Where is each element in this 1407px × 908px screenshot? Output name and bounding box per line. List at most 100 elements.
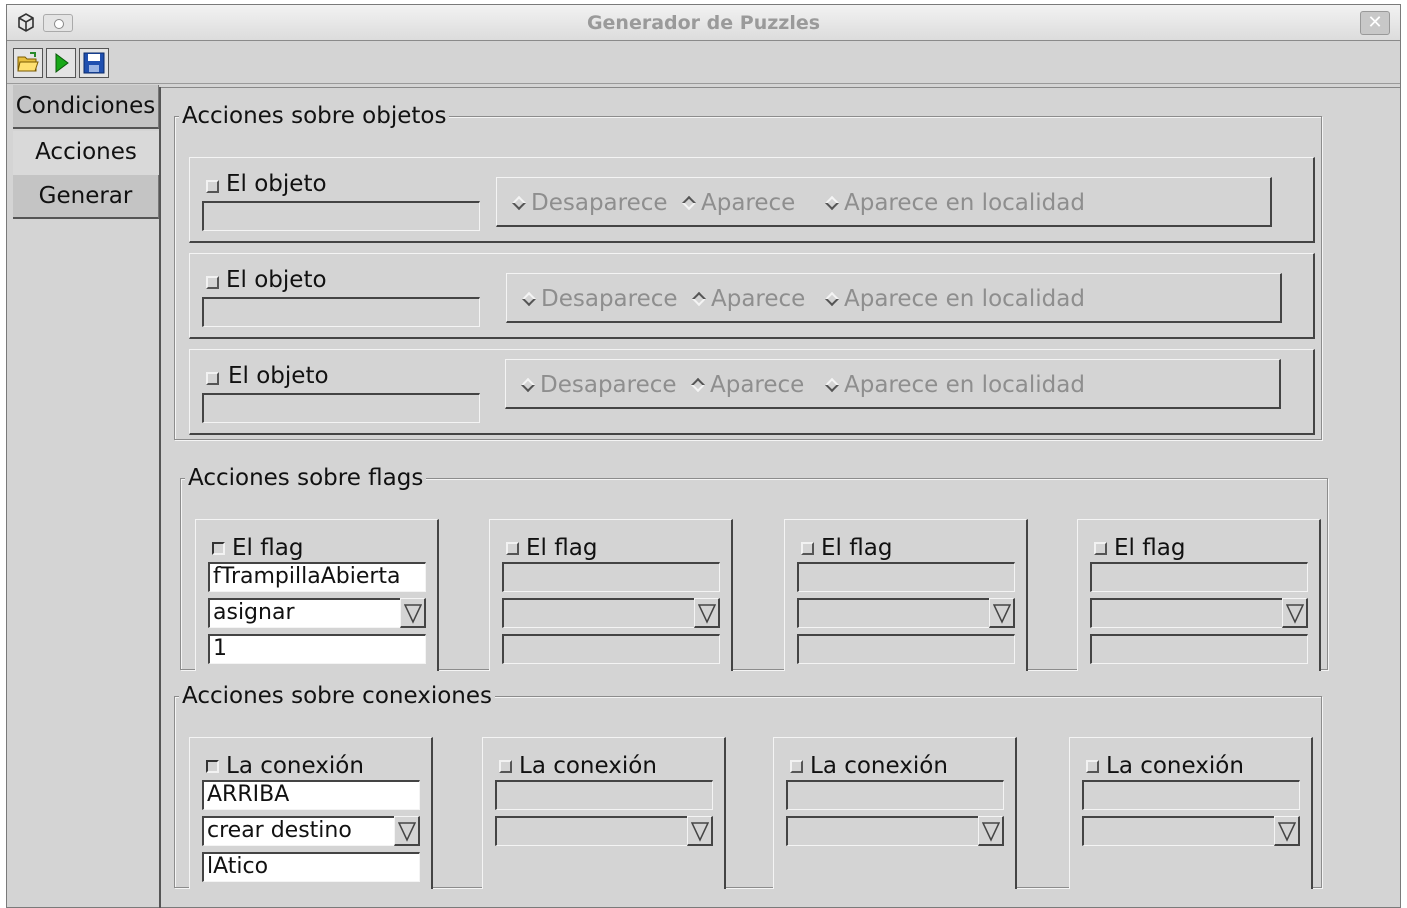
radio-aparece[interactable]: Aparece [690, 372, 804, 398]
conexion-direction-input[interactable] [786, 780, 1004, 810]
flag-operation-select[interactable] [797, 598, 991, 628]
radio-desaparece[interactable]: Desaparece [521, 286, 678, 312]
conexion-operation-select[interactable] [495, 816, 689, 846]
conexion-operation-select[interactable] [1082, 816, 1276, 846]
objeto-input[interactable] [202, 201, 480, 231]
flag-label: El flag [821, 535, 893, 561]
group-objetos: Acciones sobre objetos El objeto Desapar… [174, 103, 1322, 440]
chevron-down-icon [398, 822, 416, 842]
flag-name-input[interactable] [502, 562, 720, 592]
flag-name-input[interactable] [1090, 562, 1308, 592]
conexion-label: La conexión [519, 753, 657, 779]
flag-operation-dropdown-button[interactable] [1282, 598, 1308, 628]
flag-checkbox[interactable] [1094, 542, 1108, 556]
flag-box: El flag [1077, 519, 1321, 671]
flag-operation-dropdown-button[interactable] [989, 598, 1015, 628]
flag-box: El flag fTrampillaAbierta asignar 1 [195, 519, 439, 671]
flag-operation-select[interactable]: asignar [208, 598, 402, 628]
conexion-direction-input[interactable] [1082, 780, 1300, 810]
flag-operation-select[interactable] [502, 598, 696, 628]
conexion-box: La conexión [1069, 737, 1313, 889]
flag-value-input[interactable] [1090, 634, 1308, 664]
flag-value-input[interactable]: 1 [208, 634, 426, 664]
conexion-operation-dropdown-button[interactable] [394, 816, 420, 846]
radio-indicator [824, 377, 840, 393]
radio-label: Aparece [711, 286, 806, 312]
chevron-down-icon [1286, 604, 1304, 624]
objeto-input[interactable] [202, 297, 480, 327]
flag-label: El flag [526, 535, 598, 561]
conexion-box: La conexión ARRIBA crear destino lAtico [189, 737, 433, 889]
radio-label: Aparece [710, 372, 805, 398]
open-button[interactable] [13, 48, 43, 78]
radio-label: Desaparece [531, 190, 668, 216]
group-flags-title: Acciones sobre flags [185, 465, 427, 491]
tab-condiciones[interactable]: Condiciones [13, 85, 159, 129]
flag-box: El flag [489, 519, 733, 671]
chevron-down-icon [1278, 822, 1296, 842]
chevron-down-icon [691, 822, 709, 842]
flag-operation-dropdown-button[interactable] [694, 598, 720, 628]
objeto-label: El objeto [226, 171, 327, 197]
conexion-checkbox[interactable] [499, 760, 513, 774]
objeto-checkbox[interactable] [206, 372, 220, 386]
conexion-checkbox[interactable] [206, 760, 220, 774]
app-window: Generador de Puzzles ✕ Condiciones Accio… [6, 4, 1401, 908]
conexion-destination-input[interactable]: lAtico [202, 852, 420, 882]
radio-indicator [681, 195, 697, 211]
flag-box: El flag [784, 519, 1028, 671]
flag-checkbox[interactable] [212, 542, 226, 556]
radio-indicator [511, 195, 527, 211]
objeto-row: El objeto Desaparece Aparece Aparece en … [189, 157, 1315, 243]
chevron-down-icon [698, 604, 716, 624]
radio-aparece-en-localidad[interactable]: Aparece en localidad [824, 286, 1085, 312]
objeto-checkbox[interactable] [206, 180, 220, 194]
radio-aparece[interactable]: Aparece [681, 190, 795, 216]
radio-aparece[interactable]: Aparece [691, 286, 805, 312]
conexion-direction-input[interactable] [495, 780, 713, 810]
save-icon [83, 52, 105, 74]
flag-value-input[interactable] [502, 634, 720, 664]
conexion-operation-dropdown-button[interactable] [1274, 816, 1300, 846]
radio-indicator [691, 291, 707, 307]
radio-desaparece[interactable]: Desaparece [511, 190, 668, 216]
radio-label: Aparece en localidad [844, 372, 1085, 398]
radio-indicator [521, 291, 537, 307]
save-button[interactable] [79, 48, 109, 78]
tab-acciones[interactable]: Acciones [13, 131, 159, 175]
conexion-checkbox[interactable] [1086, 760, 1100, 774]
conexion-checkbox[interactable] [790, 760, 804, 774]
group-conexiones: Acciones sobre conexiones La conexión AR… [174, 683, 1322, 889]
radio-aparece-en-localidad[interactable]: Aparece en localidad [824, 372, 1085, 398]
objeto-input[interactable] [202, 393, 480, 423]
chevron-down-icon [993, 604, 1011, 624]
conexion-operation-dropdown-button[interactable] [978, 816, 1004, 846]
radio-desaparece[interactable]: Desaparece [520, 372, 677, 398]
run-button[interactable] [46, 48, 76, 78]
close-button[interactable]: ✕ [1360, 11, 1390, 35]
flag-label: El flag [1114, 535, 1186, 561]
conexion-operation-select[interactable]: crear destino [202, 816, 396, 846]
group-conexiones-title: Acciones sobre conexiones [179, 683, 495, 709]
conexion-label: La conexión [810, 753, 948, 779]
radio-label: Desaparece [541, 286, 678, 312]
radio-label: Aparece en localidad [844, 286, 1085, 312]
flag-name-input[interactable]: fTrampillaAbierta [208, 562, 426, 592]
flag-operation-dropdown-button[interactable] [400, 598, 426, 628]
flag-value-input[interactable] [797, 634, 1015, 664]
radio-label: Desaparece [540, 372, 677, 398]
flag-checkbox[interactable] [506, 542, 520, 556]
objeto-checkbox[interactable] [206, 276, 220, 290]
conexion-operation-select[interactable] [786, 816, 980, 846]
tab-generar[interactable]: Generar [13, 175, 159, 219]
flag-operation-select[interactable] [1090, 598, 1284, 628]
objeto-row: El objeto Desaparece Aparece Aparece en … [189, 253, 1315, 339]
conexion-direction-input[interactable]: ARRIBA [202, 780, 420, 810]
flag-name-input[interactable] [797, 562, 1015, 592]
objeto-label: El objeto [228, 363, 329, 389]
radio-aparece-en-localidad[interactable]: Aparece en localidad [824, 190, 1085, 216]
flag-checkbox[interactable] [801, 542, 815, 556]
conexion-label: La conexión [1106, 753, 1244, 779]
conexion-operation-dropdown-button[interactable] [687, 816, 713, 846]
objeto-radio-group: Desaparece Aparece Aparece en localidad [496, 177, 1272, 227]
